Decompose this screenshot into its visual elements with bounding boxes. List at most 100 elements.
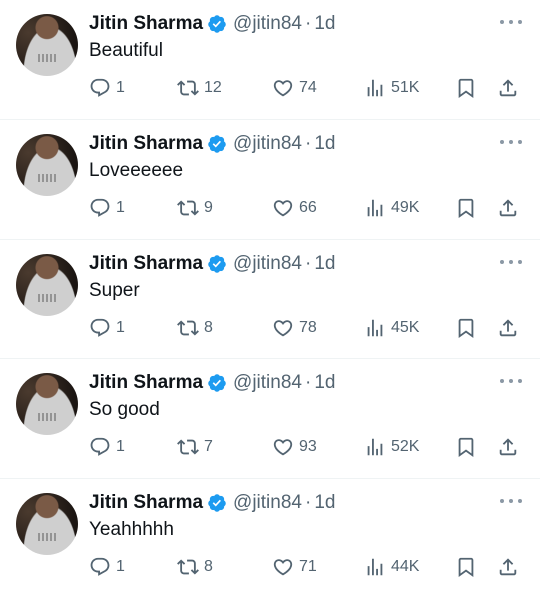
reply-count: 1 [116,198,125,216]
tweet[interactable]: Jitin Sharma @jitin84 · 1d Yeahhhhh 1 8 … [0,479,540,594]
avatar[interactable] [16,253,78,316]
like-button[interactable]: 78 [272,316,317,340]
author-name[interactable]: Jitin Sharma [89,253,203,275]
timestamp[interactable]: 1d [314,492,335,514]
tweet-header: Jitin Sharma @jitin84 · 1d [89,12,335,36]
share-button[interactable] [497,555,519,579]
author-handle[interactable]: @jitin84 [233,253,302,275]
share-button[interactable] [497,76,519,100]
like-icon [273,200,293,217]
retweet-icon [177,559,199,575]
like-icon [273,439,293,456]
like-count: 93 [299,438,317,456]
retweet-icon [177,320,199,336]
bookmark-button[interactable] [455,316,477,340]
author-name[interactable]: Jitin Sharma [89,372,203,394]
retweet-button[interactable]: 7 [177,435,213,459]
tweet[interactable]: Jitin Sharma @jitin84 · 1d Beautiful 1 1… [0,0,540,120]
views-icon [367,199,383,217]
like-icon [273,559,293,576]
share-icon [499,318,517,336]
views-button[interactable]: 45K [364,316,419,340]
retweet-count: 7 [204,438,213,456]
like-count: 74 [299,79,317,96]
tweet-text: Loveeeeee [89,159,184,181]
bookmark-button[interactable] [455,435,477,459]
like-count: 66 [299,198,317,216]
like-button[interactable]: 93 [272,435,317,459]
tweet[interactable]: Jitin Sharma @jitin84 · 1d So good 1 7 9… [0,359,540,480]
avatar[interactable] [16,14,78,76]
action-bar: 1 9 66 49K [89,196,525,220]
views-count: 44K [391,558,420,576]
reply-button[interactable]: 1 [89,76,125,100]
bookmark-button[interactable] [455,196,477,220]
tweet[interactable]: Jitin Sharma @jitin84 · 1d Super 1 8 78 [0,240,540,360]
views-count: 45K [391,318,420,336]
bookmark-icon [458,78,474,99]
views-button[interactable]: 51K [364,76,419,100]
tweet-text: Beautiful [89,40,163,61]
separator: · [304,13,312,34]
timestamp[interactable]: 1d [314,13,335,35]
avatar[interactable] [16,493,78,556]
verified-badge-icon [208,494,226,512]
like-icon [273,319,293,336]
views-button[interactable]: 49K [364,196,419,220]
more-icon[interactable] [500,493,522,509]
tweet-header: Jitin Sharma @jitin84 · 1d [89,252,335,276]
views-icon [367,79,383,97]
reply-button[interactable]: 1 [89,555,125,579]
share-button[interactable] [497,435,519,459]
share-button[interactable] [497,316,519,340]
views-button[interactable]: 52K [364,435,419,459]
retweet-button[interactable]: 8 [177,555,213,579]
author-handle[interactable]: @jitin84 [233,133,302,155]
author-handle[interactable]: @jitin84 [233,13,302,35]
more-icon[interactable] [500,134,522,150]
verified-badge-icon [208,135,226,153]
views-count: 49K [391,198,420,216]
timestamp[interactable]: 1d [314,133,335,155]
retweet-button[interactable]: 8 [177,316,213,340]
share-icon [499,199,517,217]
more-icon[interactable] [500,373,522,389]
views-count: 51K [391,79,420,96]
retweet-icon [177,80,199,96]
like-count: 71 [299,558,317,576]
reply-button[interactable]: 1 [89,435,125,459]
avatar[interactable] [16,133,78,196]
like-button[interactable]: 71 [272,555,317,579]
author-name[interactable]: Jitin Sharma [89,492,203,514]
author-name[interactable]: Jitin Sharma [89,13,203,35]
more-icon[interactable] [500,254,522,270]
avatar[interactable] [16,373,78,436]
author-handle[interactable]: @jitin84 [233,492,302,514]
reply-button[interactable]: 1 [89,196,125,220]
tweet-text: So good [89,399,160,421]
share-button[interactable] [497,196,519,220]
retweet-button[interactable]: 9 [177,196,213,220]
views-button[interactable]: 44K [364,555,419,579]
like-button[interactable]: 74 [272,76,317,100]
more-icon[interactable] [500,14,522,30]
reply-button[interactable]: 1 [89,316,125,340]
share-icon [499,558,517,576]
bookmark-button[interactable] [455,76,477,100]
bookmark-button[interactable] [455,555,477,579]
tweet-header: Jitin Sharma @jitin84 · 1d [89,132,335,156]
tweet[interactable]: Jitin Sharma @jitin84 · 1d Loveeeeee 1 9… [0,120,540,240]
reply-icon [90,198,110,217]
retweet-count: 8 [204,558,213,576]
timestamp[interactable]: 1d [314,372,335,394]
retweet-button[interactable]: 12 [177,76,222,100]
timestamp[interactable]: 1d [314,253,335,275]
retweet-icon [177,200,199,216]
author-handle[interactable]: @jitin84 [233,372,302,394]
author-name[interactable]: Jitin Sharma [89,133,203,155]
like-button[interactable]: 66 [272,196,317,220]
like-icon [273,80,293,97]
reply-count: 1 [116,79,125,96]
tweet-header: Jitin Sharma @jitin84 · 1d [89,491,335,515]
tweet-feed: Jitin Sharma @jitin84 · 1d Beautiful 1 1… [0,0,540,594]
